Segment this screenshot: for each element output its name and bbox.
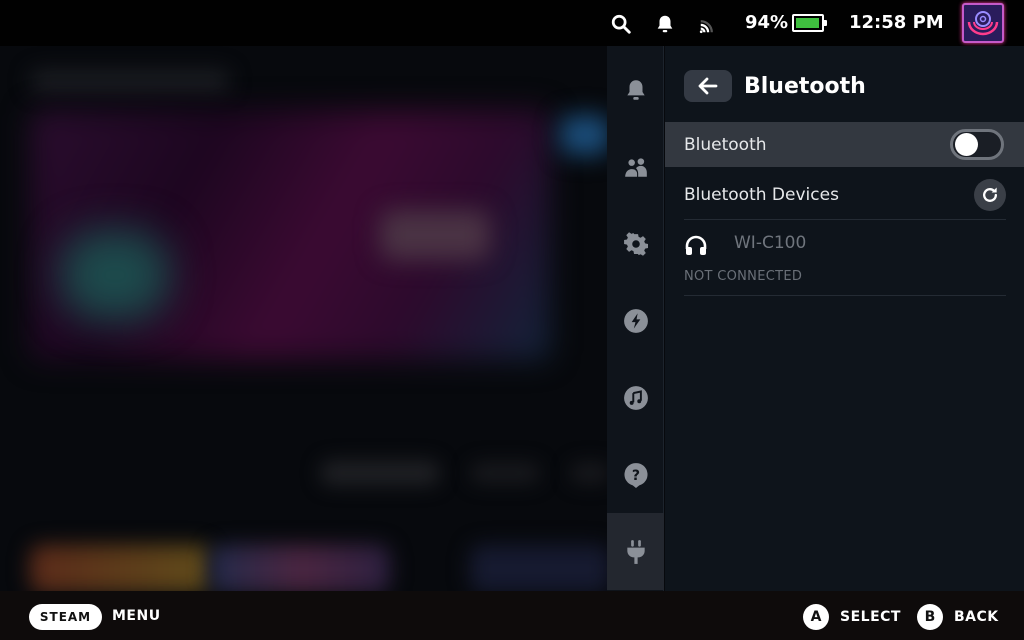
toggle-knob [955, 133, 978, 156]
b-button-icon: B [917, 604, 943, 630]
rail-item-power[interactable] [607, 513, 664, 590]
cast-signal-icon [699, 20, 713, 34]
bluetooth-devices-row: Bluetooth Devices [665, 172, 1024, 218]
rail-item-performance[interactable] [607, 282, 664, 359]
back-hint[interactable]: B BACK [917, 604, 999, 630]
search-icon[interactable] [610, 13, 632, 35]
user-avatar[interactable] [962, 3, 1004, 43]
arrow-left-icon [698, 77, 718, 95]
rail-item-help[interactable]: ? [607, 436, 664, 513]
bluetooth-toggle-row[interactable]: Bluetooth [665, 122, 1024, 167]
lightning-bolt-icon [623, 308, 648, 333]
background-blur [30, 70, 230, 92]
back-button[interactable] [684, 70, 732, 102]
steam-button[interactable]: STEAM [29, 604, 102, 630]
select-label: SELECT [840, 609, 901, 625]
refresh-icon [983, 187, 997, 202]
refresh-button[interactable] [974, 179, 1006, 211]
menu-label: MENU [112, 608, 161, 624]
rail-item-friends[interactable] [607, 128, 664, 205]
gear-icon [623, 231, 648, 256]
select-hint[interactable]: A SELECT [803, 604, 901, 630]
headphones-icon [685, 235, 707, 255]
rail-item-settings[interactable] [607, 205, 664, 282]
page-title: Bluetooth [744, 73, 866, 99]
background-blur [570, 462, 610, 484]
bluetooth-toggle[interactable] [950, 129, 1004, 160]
divider [684, 219, 1006, 220]
background-blur [560, 115, 610, 155]
battery-percentage: 94% [745, 12, 789, 33]
bluetooth-panel: Bluetooth Bluetooth Bluetooth Devices WI… [665, 46, 1024, 591]
svg-text:?: ? [631, 467, 639, 483]
plug-icon [626, 539, 645, 564]
friends-icon [624, 157, 647, 177]
background-blur [470, 462, 540, 484]
bluetooth-toggle-label: Bluetooth [684, 134, 767, 155]
battery-icon [792, 14, 827, 32]
background-blur [320, 460, 440, 486]
bottom-hint-bar: STEAM MENU A SELECT B BACK [0, 591, 1024, 640]
avatar-image [967, 11, 999, 36]
device-list-item[interactable]: WI-C100 NOT CONNECTED [684, 230, 1006, 296]
clock: 12:58 PM [849, 12, 944, 33]
device-status: NOT CONNECTED [684, 269, 803, 284]
background-blur [60, 230, 170, 320]
background-blur [380, 210, 490, 260]
rail-item-notifications[interactable] [607, 51, 664, 128]
device-name: WI-C100 [734, 233, 807, 253]
quick-access-rail: ? [607, 46, 664, 591]
bluetooth-devices-heading: Bluetooth Devices [684, 185, 839, 205]
background-game-tile [470, 545, 610, 593]
panel-header: Bluetooth [684, 70, 866, 102]
back-label: BACK [954, 609, 999, 625]
status-bar: 94% 12:58 PM [0, 0, 1024, 46]
rail-item-music[interactable] [607, 359, 664, 436]
a-button-icon: A [803, 604, 829, 630]
background-game-tile [30, 545, 210, 593]
question-mark-icon: ? [623, 462, 648, 488]
bell-icon [626, 79, 645, 100]
battery-fill [796, 18, 819, 28]
background-game-tile [210, 545, 390, 593]
divider [684, 295, 1006, 296]
notification-bell-icon[interactable] [654, 13, 676, 35]
music-note-icon [623, 385, 648, 410]
